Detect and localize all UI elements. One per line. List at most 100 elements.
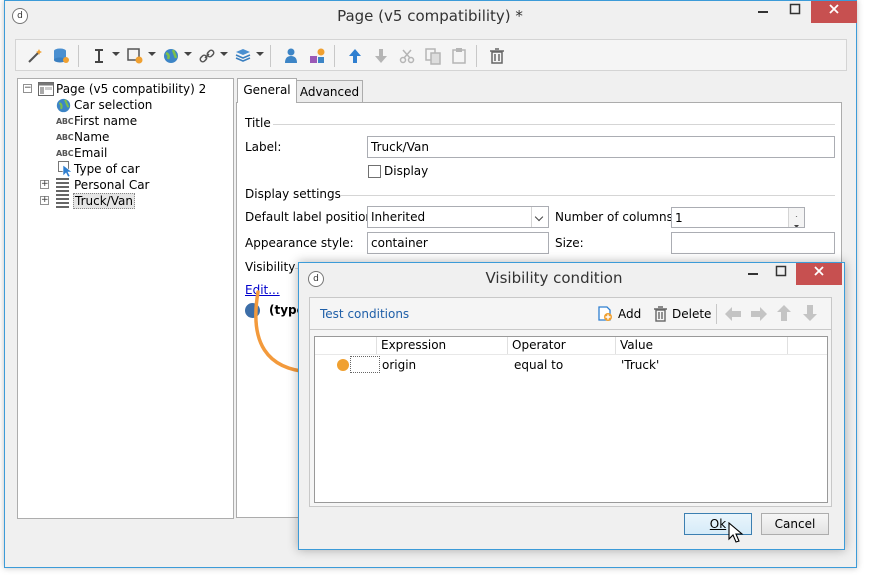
number-of-columns-value: 1 xyxy=(675,211,683,225)
toolbar-separator xyxy=(334,45,335,67)
chevron-down-icon[interactable] xyxy=(531,207,548,227)
tab-general[interactable]: General xyxy=(237,78,297,103)
close-button[interactable] xyxy=(811,1,857,23)
appearance-style-label: Appearance style: xyxy=(245,236,354,250)
add-icon[interactable] xyxy=(597,305,613,322)
globe-icon[interactable] xyxy=(162,47,180,65)
default-label-position-value: Inherited xyxy=(371,210,426,224)
trash-icon[interactable] xyxy=(488,47,506,65)
cursor-icon xyxy=(58,161,73,177)
row-operator[interactable]: equal to xyxy=(514,357,563,373)
row-expression[interactable]: origin xyxy=(382,357,416,373)
abc-icon: ABC xyxy=(56,149,74,158)
chevron-down-icon[interactable] xyxy=(184,52,192,56)
structure-tree: − Page (v5 compatibility) 2 Car selectio… xyxy=(17,78,234,519)
dialog-minimize-button[interactable] xyxy=(739,263,767,285)
expand-toggle[interactable]: + xyxy=(40,180,49,189)
add-button[interactable]: Add xyxy=(618,307,641,321)
size-input[interactable] xyxy=(671,232,835,254)
collapse-toggle[interactable]: − xyxy=(23,84,32,93)
conditions-grid: Expression Operator Value origin equal t… xyxy=(314,336,828,503)
tree-item[interactable]: First name xyxy=(74,113,137,129)
row-value[interactable]: 'Truck' xyxy=(621,357,659,373)
chevron-down-icon[interactable] xyxy=(220,52,228,56)
tree-item[interactable]: Personal Car xyxy=(74,177,150,193)
arrow-down-icon xyxy=(375,49,387,63)
minimize-button[interactable] xyxy=(748,1,778,23)
grid-header-expression[interactable]: Expression xyxy=(377,337,508,354)
toolbar-separator xyxy=(270,45,271,67)
tree-item[interactable]: Type of car xyxy=(74,161,140,177)
group-display-settings: Display settings xyxy=(245,187,341,201)
group-title: Title xyxy=(245,116,271,130)
row-cell-blank xyxy=(350,356,380,373)
tree-item-label: Truck/Van xyxy=(73,193,135,209)
app-logo-icon: d xyxy=(12,8,28,24)
minimize-icon xyxy=(748,273,758,275)
label-input[interactable]: Truck/Van xyxy=(367,136,835,158)
maximize-button[interactable] xyxy=(780,1,810,23)
group-divider xyxy=(273,124,835,125)
toolbar-separator xyxy=(476,45,477,67)
paste-icon xyxy=(452,48,466,64)
grid-header-value[interactable]: Value xyxy=(616,337,788,354)
abc-icon: ABC xyxy=(56,117,74,126)
wizard-icon[interactable] xyxy=(26,47,44,65)
minimize-icon xyxy=(758,11,768,13)
conditions-panel: Test conditions Add Delete Expression Op… xyxy=(309,297,832,507)
close-icon xyxy=(814,266,824,276)
arrow-up-icon xyxy=(777,305,791,321)
abc-icon: ABC xyxy=(56,133,74,142)
tree-item[interactable]: Email xyxy=(74,145,107,161)
globe-icon xyxy=(56,98,71,113)
dialog-maximize-button[interactable] xyxy=(767,263,795,285)
table-row[interactable]: origin equal to 'Truck' xyxy=(315,355,827,373)
shapes-icon[interactable] xyxy=(308,47,326,65)
tree-item[interactable]: Name xyxy=(74,129,109,145)
size-label: Size: xyxy=(555,236,584,250)
grid-header-blank xyxy=(315,337,377,354)
arrow-down-icon xyxy=(803,305,817,321)
link-icon[interactable] xyxy=(198,47,216,65)
ok-button-label: Ok xyxy=(709,517,727,531)
group-visibility: Visibility xyxy=(245,260,296,274)
select-field-icon[interactable] xyxy=(126,47,144,65)
delete-button[interactable]: Delete xyxy=(672,307,711,321)
trash-icon[interactable] xyxy=(653,305,668,322)
tree-root-label[interactable]: Page (v5 compatibility) 2 xyxy=(56,81,206,97)
chevron-down-icon[interactable] xyxy=(256,52,264,56)
cut-icon xyxy=(399,49,415,64)
arrow-right-icon xyxy=(751,307,767,321)
window-title: Page (v5 compatibility) * xyxy=(337,7,523,25)
toolbar-separator xyxy=(716,304,717,324)
page-icon xyxy=(38,82,54,96)
number-of-columns-stepper[interactable]: 1 xyxy=(671,207,805,228)
grid-header-operator[interactable]: Operator xyxy=(508,337,616,354)
expand-toggle[interactable]: + xyxy=(40,196,49,205)
container-icon[interactable] xyxy=(234,47,252,65)
chevron-down-icon[interactable] xyxy=(148,52,156,56)
chevron-down-icon[interactable] xyxy=(112,52,120,56)
tree-item-selected[interactable]: Truck/Van xyxy=(73,193,135,209)
maximize-icon xyxy=(789,3,801,15)
arrow-up-icon[interactable] xyxy=(346,47,364,65)
label-field-label: Label: xyxy=(245,140,282,154)
text-cursor-icon[interactable] xyxy=(90,47,108,65)
conditions-toolbar: Test conditions Add Delete xyxy=(310,298,831,330)
spin-down-button[interactable] xyxy=(788,217,804,227)
list-icon xyxy=(56,178,69,192)
default-label-position-select[interactable]: Inherited xyxy=(367,206,549,228)
dialog-title: Visibility condition xyxy=(485,269,623,287)
user-icon[interactable] xyxy=(282,47,300,65)
cancel-button[interactable]: Cancel xyxy=(761,513,829,535)
database-icon[interactable] xyxy=(52,47,70,65)
tab-advanced[interactable]: Advanced xyxy=(296,80,363,104)
row-marker-icon xyxy=(337,359,349,371)
mouse-cursor-icon xyxy=(728,522,744,543)
display-checkbox[interactable] xyxy=(368,165,381,178)
display-checkbox-label: Display xyxy=(384,164,429,178)
tree-item[interactable]: Car selection xyxy=(74,97,152,113)
visibility-condition-dialog: d Visibility condition Test conditions A… xyxy=(298,262,845,550)
appearance-style-input[interactable]: container xyxy=(367,232,549,254)
dialog-close-button[interactable] xyxy=(796,263,842,285)
